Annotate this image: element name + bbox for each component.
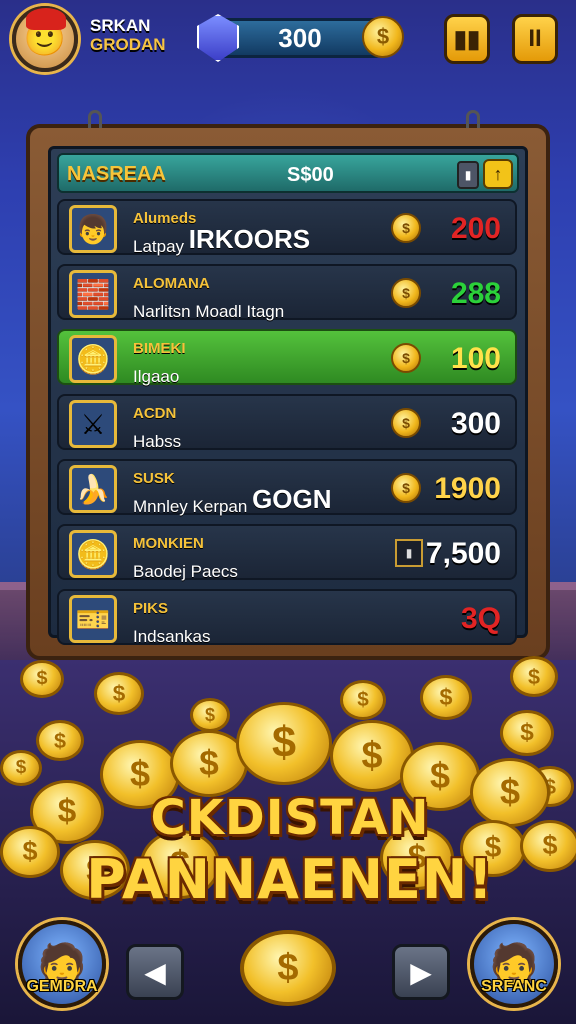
row-value: 3Q: [460, 602, 501, 635]
leaderboard-row[interactable]: 👦 Alumeds Latpay IRKOORS $200: [57, 199, 517, 256]
bottom-bar: 🧑 GEMDRA ◀ $ ▶ 🧑 SRFANC: [0, 920, 576, 1024]
row-title: Latpay IRKOORS: [133, 224, 311, 256]
right-character-label: SRFANC: [481, 978, 547, 995]
player-avatar[interactable]: 🙂: [12, 6, 78, 72]
currency-amount: 300: [278, 22, 322, 53]
row-value: 200: [450, 212, 501, 245]
row-category: BIMEKI: [133, 340, 186, 357]
left-character-label: GEMDRA: [26, 978, 98, 995]
row-box-icon: ▮: [395, 539, 423, 567]
leaderboard-row[interactable]: 🧱 ALOMANA Narlitsn Moadl Itagn $288: [57, 264, 517, 321]
row-item-icon: 🪙: [69, 530, 117, 578]
upgrade-button[interactable]: ↑: [483, 159, 513, 189]
previous-button[interactable]: ◀: [126, 944, 184, 1000]
row-title-big: IRKOORS: [188, 224, 311, 254]
arrow-left-icon: ◀: [144, 956, 166, 988]
row-value: 1900: [434, 472, 501, 505]
row-title: Mnnley Kerpan GOGN: [133, 484, 332, 516]
dollar-icon: $: [277, 946, 299, 989]
leaderboard-row[interactable]: 🪙 BIMEKI Ilgaao $100: [57, 329, 517, 386]
top-bar: 🙂 SRKAN GRODAN 300 $ ▮▮ II: [0, 0, 576, 80]
board-screen: NASREAA S$00 ▮ ↑ 👦 Alumeds Latpay IRKOORS $…: [48, 146, 528, 646]
lock-icon[interactable]: ▮: [457, 161, 479, 189]
row-item-icon: 🧱: [69, 270, 117, 318]
add-coins-button[interactable]: $: [362, 16, 404, 58]
banner-line-2: PANNAENEN!: [86, 848, 494, 911]
row-item-icon: 👦: [69, 205, 117, 253]
leaderboard-row[interactable]: 🎫 PIKS Indsankas 3Q: [57, 589, 517, 646]
board-hook-right: [466, 110, 480, 128]
row-coin-icon: $: [391, 473, 421, 503]
leaderboard-row[interactable]: ⚔ ACDN Habss $300: [57, 394, 517, 451]
row-coin-icon: $: [391, 408, 421, 438]
board-hook-left: [88, 110, 102, 128]
row-category: PIKS: [133, 600, 169, 617]
shop-button[interactable]: ▮▮: [444, 14, 490, 64]
row-category: MONKIEN: [133, 535, 204, 552]
arrow-right-icon: ▶: [410, 956, 432, 988]
board-header: NASREAA S$00 ▮ ↑: [57, 153, 519, 193]
row-item-icon: 🍌: [69, 465, 117, 513]
row-title: Indsankas: [133, 627, 211, 646]
row-title: Habss: [133, 432, 182, 451]
row-title: Baodej Paecs: [133, 562, 238, 581]
row-value: 100: [450, 342, 501, 375]
row-category: Alumeds: [133, 210, 197, 227]
player-subtitle: GRODAN: [90, 35, 166, 54]
row-coin-icon: $: [391, 343, 421, 373]
row-value: 7,500: [425, 537, 501, 570]
player-name-block: SRKAN GRODAN: [90, 16, 166, 54]
pause-icon: II: [528, 25, 542, 52]
board-title: NASREAA: [67, 163, 166, 185]
win-banner: CKDISTAN PANNAENEN!: [40, 788, 540, 912]
leaderboard-row[interactable]: 🪙 MONKIEN Baodej Paecs ▮ 7,500: [57, 524, 517, 581]
player-name: SRKAN: [90, 16, 151, 35]
bars-icon: ▮▮: [453, 25, 481, 53]
row-title: Ilgaao: [133, 367, 180, 386]
row-category: ALOMANA: [133, 275, 210, 292]
row-item-icon: 🎫: [69, 595, 117, 643]
row-item-icon: 🪙: [69, 335, 117, 383]
row-category: SUSK: [133, 470, 175, 487]
pause-button[interactable]: II: [512, 14, 558, 64]
leaderboard-row[interactable]: 🍌 SUSK Mnnley Kerpan GOGN $1900: [57, 459, 517, 516]
leaderboard-panel: NASREAA S$00 ▮ ↑ 👦 Alumeds Latpay IRKOORS $…: [26, 110, 550, 660]
board-amount: S$00: [287, 164, 334, 186]
collect-coin-button[interactable]: $: [240, 930, 336, 1006]
row-title-big: GOGN: [252, 484, 332, 514]
row-value: 288: [450, 277, 501, 310]
row-coin-icon: $: [391, 213, 421, 243]
row-item-icon: ⚔: [69, 400, 117, 448]
row-category: ACDN: [133, 405, 177, 422]
row-title: Narlitsn Moadl Itagn: [133, 302, 285, 321]
coin-icon: $: [376, 24, 390, 49]
avatar-hair: [26, 8, 66, 30]
row-value: 300: [450, 407, 501, 440]
banner-line-1: CKDISTAN: [150, 790, 430, 846]
next-button[interactable]: ▶: [392, 944, 450, 1000]
row-coin-icon: $: [391, 278, 421, 308]
